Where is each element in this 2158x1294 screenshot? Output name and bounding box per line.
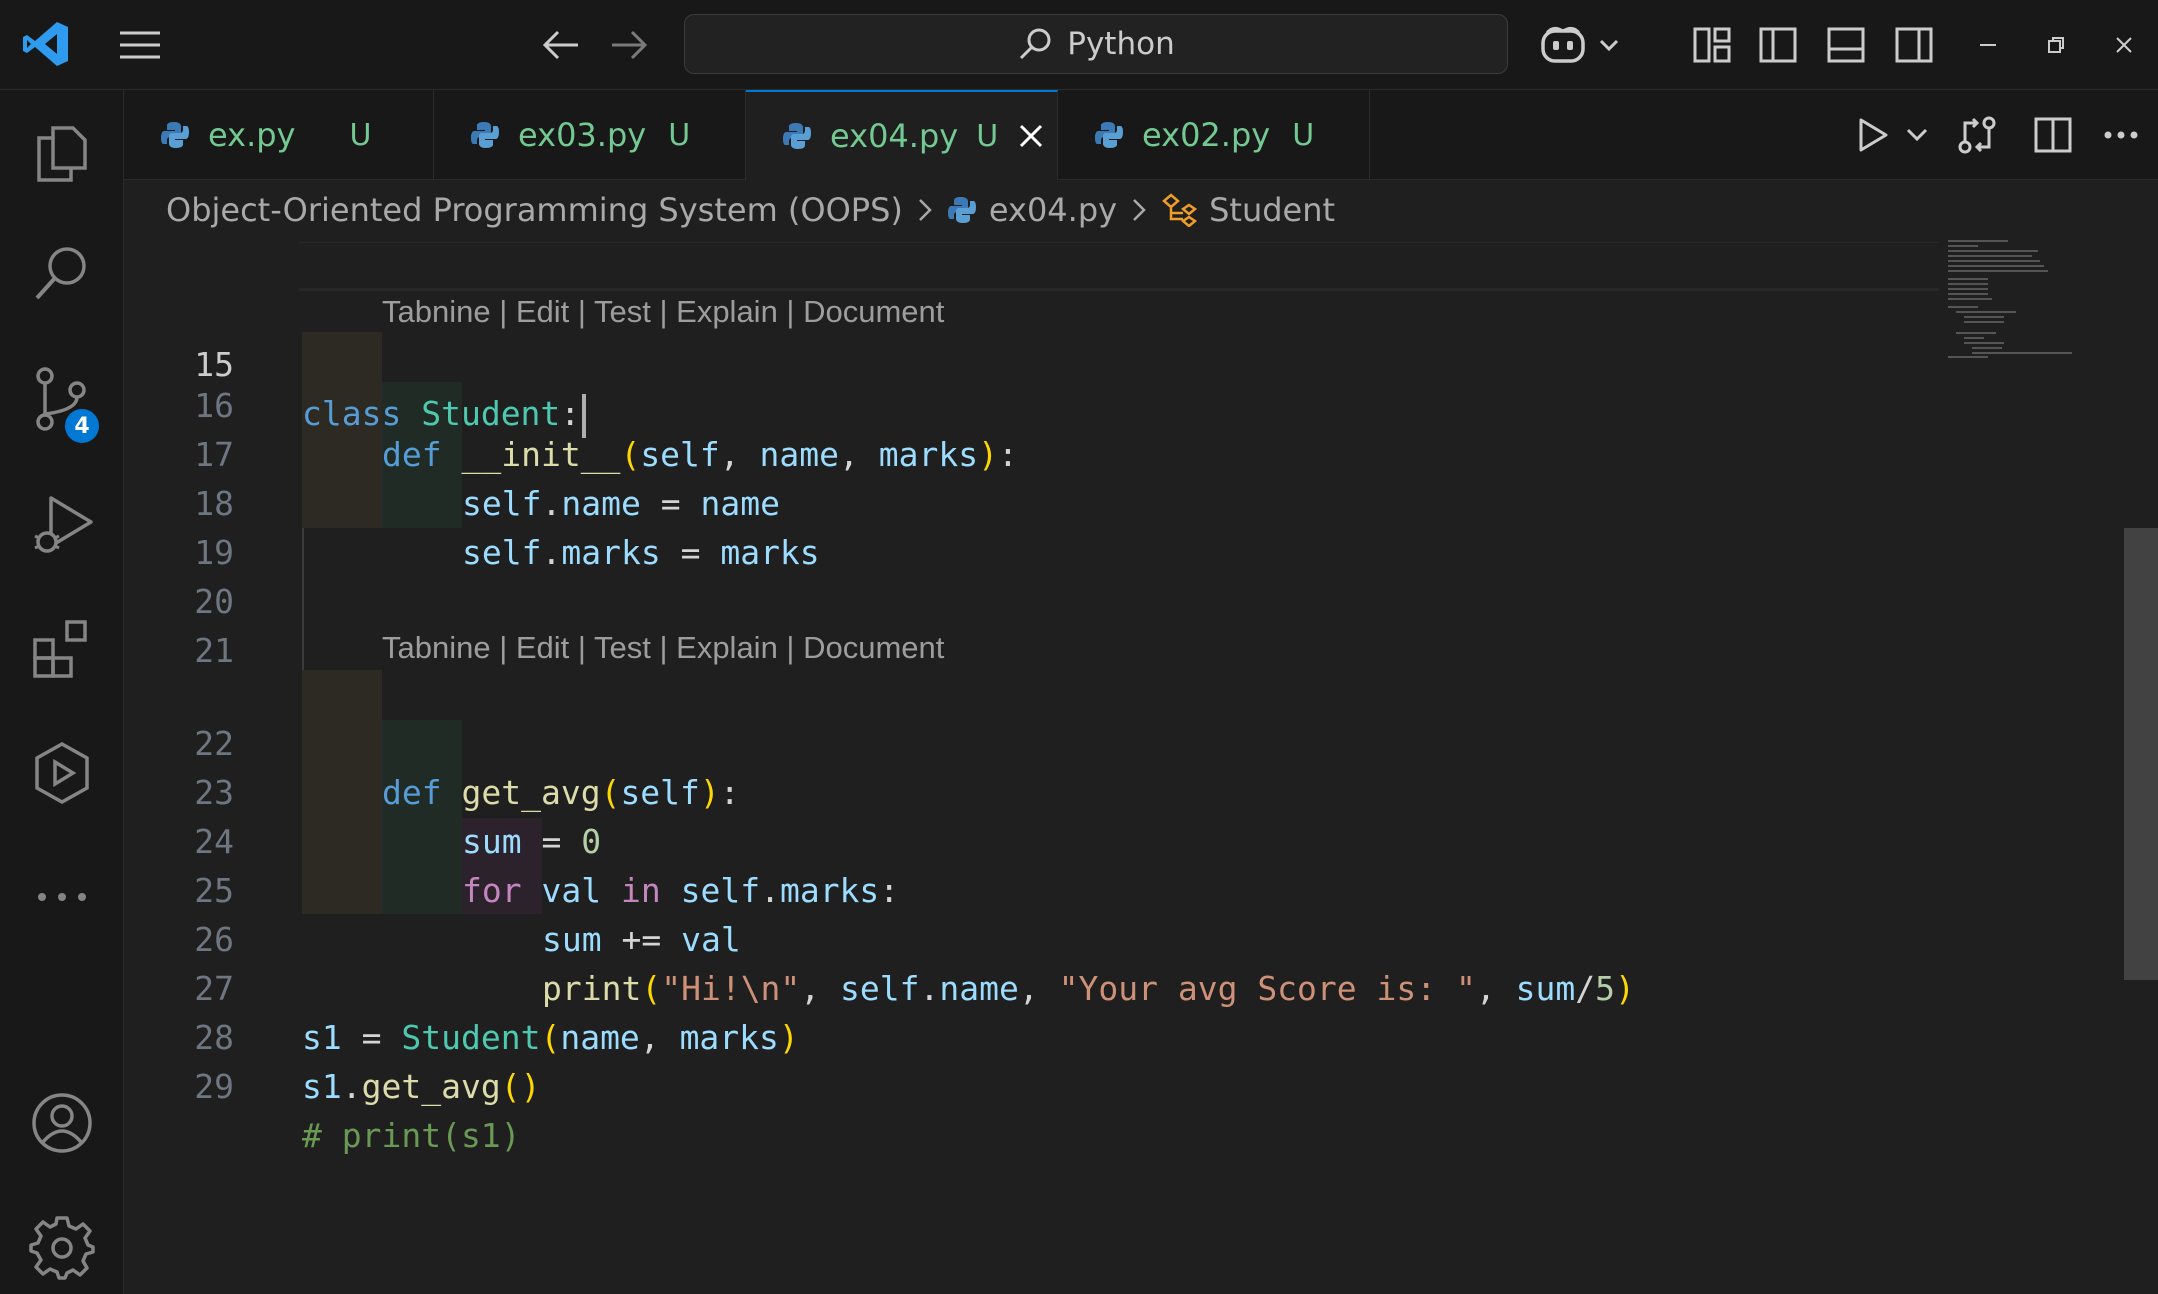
breadcrumb-file[interactable]: ex04.py [947,191,1117,229]
code-line-15[interactable]: 15 class Student: [124,242,1944,438]
python-file-icon [947,195,977,225]
python-file-icon [160,120,190,150]
code-line-21[interactable]: 21 [124,577,1944,670]
toggle-primary-sidebar-icon[interactable] [1754,22,1802,68]
source-control-badge: 4 [62,406,102,446]
account-icon[interactable] [0,1068,124,1178]
close-window-icon[interactable] [2102,22,2146,68]
variable: s1 [302,1067,342,1106]
search-view-icon[interactable] [0,218,124,328]
code-line-28[interactable]: 28 s1.get_avg() [124,964,1944,1106]
tab-ex-py[interactable]: ex.py U [124,90,434,180]
untracked-status: U [1292,117,1315,153]
source-control-icon[interactable]: 4 [0,344,124,454]
code-line-26[interactable]: 26 print("Hi!\n", self.name, "Your avg S… [124,866,1944,1008]
comment: # print(s1) [302,1116,521,1155]
code-line-19[interactable]: 19 [124,479,1944,572]
line-number: 21 [194,631,234,670]
codelens-actions[interactable]: Tabnine | Edit | Test | Explain | Docume… [382,626,944,670]
minimize-icon[interactable] [1966,22,2010,68]
current-line-highlight [299,242,1939,291]
toggle-panel-icon[interactable] [1822,22,1870,68]
customize-layout-icon[interactable] [1688,22,1736,68]
settings-gear-icon[interactable] [0,1192,124,1294]
chevron-right-icon [917,196,933,224]
codelens-actions[interactable]: Tabnine | Edit | Test | Explain | Docume… [382,290,944,334]
breadcrumb-symbol-label: Student [1209,191,1336,229]
function-name: get_avg [361,1067,501,1106]
editor-actions [1846,90,2156,180]
python-file-icon [470,120,500,150]
toggle-secondary-sidebar-icon[interactable] [1890,22,1938,68]
title-bar: Python [0,0,2158,90]
untracked-status: U [668,117,691,153]
code-line-16[interactable]: 16 def __init__(self, name, marks): [124,332,1944,474]
code-line-29[interactable]: 29 # print(s1) [124,1013,1944,1155]
untracked-status: U [349,117,372,153]
python-file-icon [1094,120,1124,150]
code-line-27[interactable]: 27 s1 = Student(name, marks) [124,915,1944,1057]
tab-ex04-py[interactable]: ex04.py U [746,90,1058,180]
open-changes-icon[interactable] [1934,115,2020,155]
tab-label: ex03.py [518,116,647,154]
search-label: Python [1067,26,1175,62]
menu-icon[interactable] [114,22,166,68]
chevron-right-icon [1131,196,1147,224]
line-number: 29 [194,1067,234,1106]
run-and-debug-icon[interactable] [0,470,124,580]
run-dropdown-chevron-icon[interactable] [1900,128,1934,142]
vertical-scrollbar[interactable] [2124,528,2158,980]
editor-tab-bar: ex.py U ex03.py U ex04.py U ex02.py U [124,90,2158,180]
code-line-20[interactable]: 20 [124,528,1944,621]
untracked-status: U [976,118,999,154]
vscode-logo-icon [18,16,74,72]
code-line-24[interactable]: 24 for val in self.marks: [124,768,1944,910]
run-python-file-icon[interactable] [1846,117,1900,153]
tab-label: ex04.py [830,117,959,155]
code-line-18[interactable]: 18 self.marks = marks [124,430,1944,572]
code-line-25[interactable]: 25 sum += val [124,817,1944,959]
forward-arrow-icon[interactable] [604,22,654,68]
extensions-icon[interactable] [0,594,124,704]
search-icon [1017,26,1053,62]
code-content: s1.get_avg() [302,1067,541,1106]
command-center-search[interactable]: Python [684,14,1508,74]
code-line-23[interactable]: 23 sum = 0 [124,719,1944,861]
activity-bar: 4 [0,90,124,1294]
code-editor[interactable]: 15 class Student: Tabnine | Edit | Test … [124,240,2158,1294]
breadcrumb-symbol[interactable]: Student [1161,191,1335,229]
python-file-icon [782,121,812,151]
breadcrumb: Object-Oriented Programming System (OOPS… [124,180,2158,240]
class-symbol-icon [1161,193,1198,227]
split-editor-icon[interactable] [2020,117,2086,153]
back-arrow-icon[interactable] [536,22,586,68]
close-tab-icon[interactable] [1018,123,1044,149]
test-explorer-icon[interactable] [0,718,124,828]
minimap[interactable] [1944,240,2084,360]
tab-label: ex.py [208,116,296,154]
restore-icon[interactable] [2034,22,2078,68]
tab-ex03-py[interactable]: ex03.py U [434,90,746,180]
copilot-icon[interactable] [1536,20,1626,70]
more-actions-icon[interactable] [2086,130,2156,140]
breadcrumb-file-label: ex04.py [988,191,1118,229]
more-views-icon[interactable] [0,842,124,952]
code-line-22[interactable]: 22 def get_avg(self): [124,670,1944,812]
tab-label: ex02.py [1142,116,1271,154]
tab-ex02-py[interactable]: ex02.py U [1058,90,1370,180]
breadcrumb-folder[interactable]: Object-Oriented Programming System (OOPS… [166,191,903,229]
explorer-icon[interactable] [0,98,124,208]
code-line-17[interactable]: 17 self.name = name [124,381,1944,523]
